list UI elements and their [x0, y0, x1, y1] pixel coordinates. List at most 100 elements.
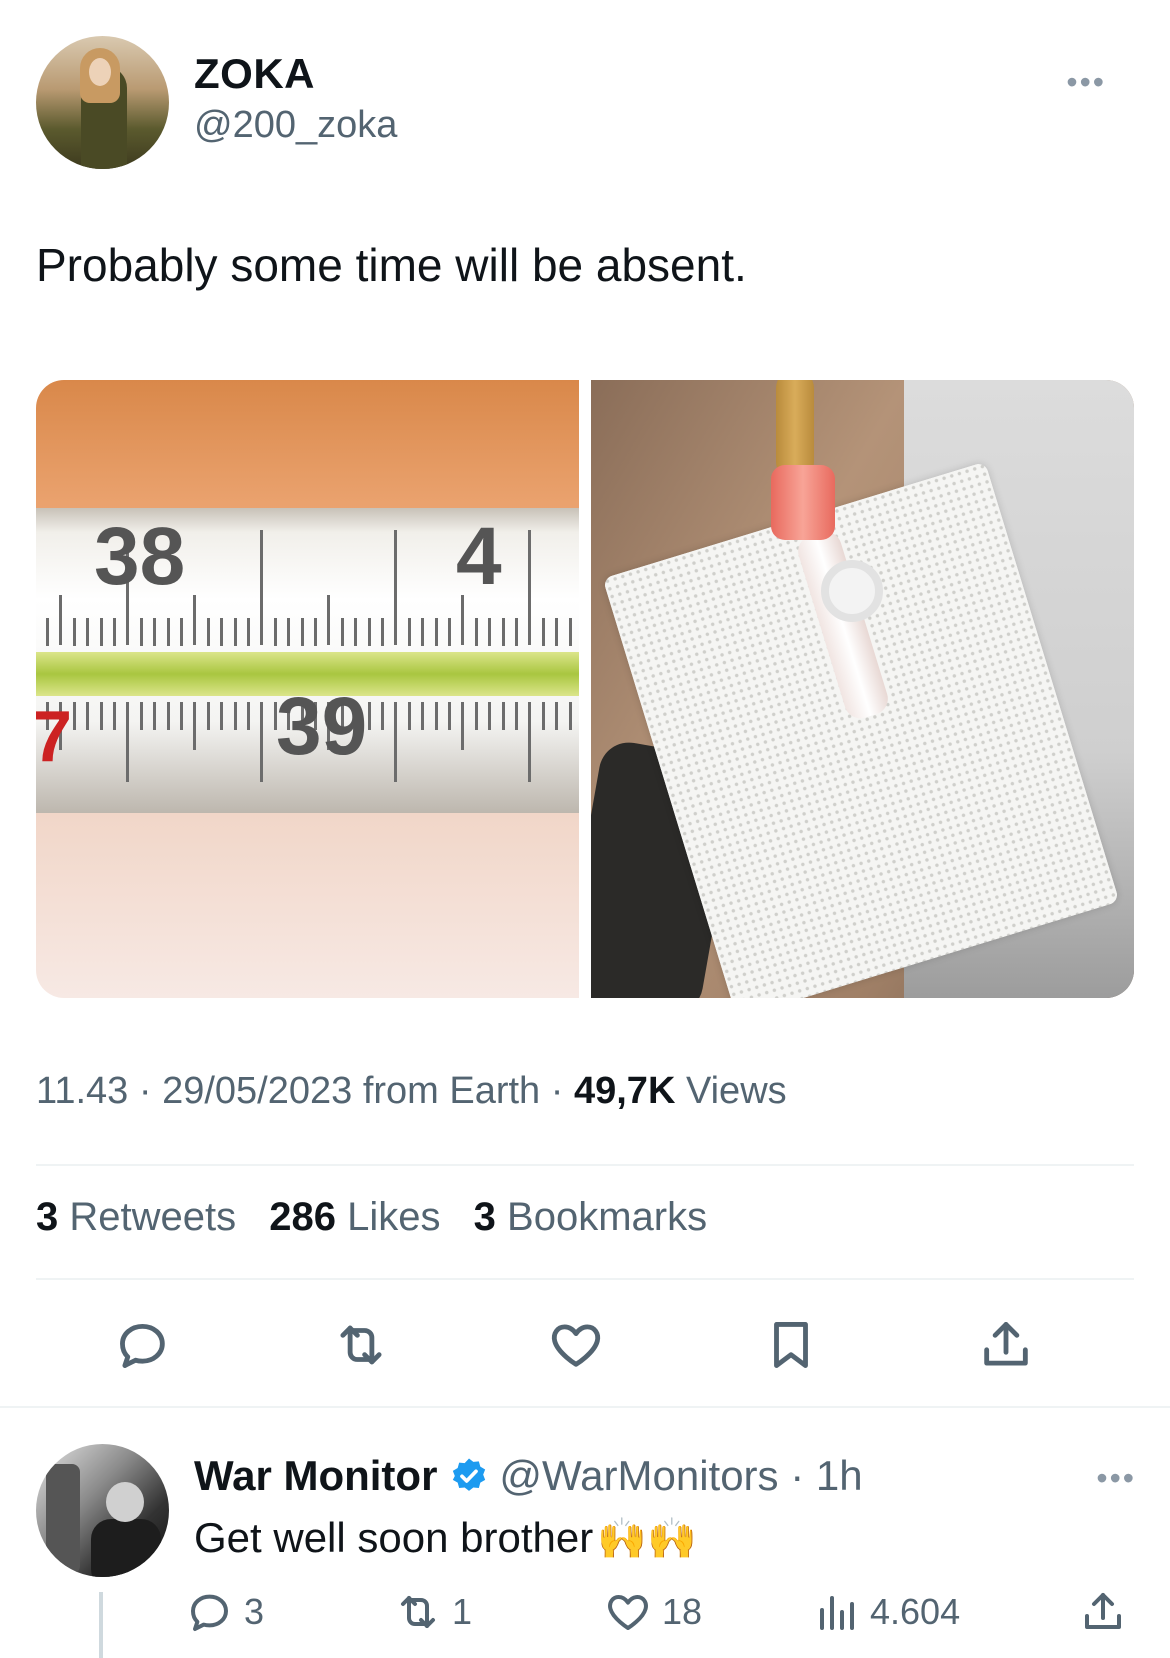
likes-stat[interactable]: 286 Likes — [269, 1195, 440, 1239]
scale-tick — [515, 618, 518, 646]
bookmarks-label: Bookmarks — [507, 1195, 708, 1239]
scale-tick — [555, 618, 559, 646]
reply-header: War Monitor @WarMonitors · 1h — [194, 1452, 863, 1500]
share-icon — [1085, 1593, 1121, 1629]
scale-tick — [340, 618, 344, 646]
scale-tick — [99, 702, 103, 730]
likes-label: Likes — [347, 1195, 441, 1239]
scale-tick — [474, 702, 478, 730]
tweet-header: ZOKA @200_zoka ••• — [36, 36, 1136, 171]
likes-count: 286 — [269, 1195, 336, 1239]
share-icon — [984, 1322, 1028, 1366]
scale-tick — [153, 702, 157, 730]
retweet-button[interactable] — [326, 1310, 396, 1380]
scale-tick — [260, 530, 264, 645]
reply-like-button[interactable]: 18 — [604, 1582, 702, 1642]
scale-tick — [206, 618, 210, 646]
tweet-date[interactable]: 29/05/2023 — [162, 1070, 352, 1112]
scale-tick — [260, 702, 264, 782]
scale-tick — [46, 618, 49, 646]
scale-tick — [193, 702, 197, 750]
media-image-thermometer[interactable]: 38 4 39 7 — [36, 380, 579, 998]
scale-tick — [434, 618, 438, 646]
tweet-text: Probably some time will be absent. — [36, 239, 747, 291]
reply-retweet-button[interactable]: 1 — [394, 1582, 472, 1642]
tweet-source: from Earth — [362, 1070, 541, 1112]
thread-line — [99, 1592, 103, 1658]
tweet-time[interactable]: 11.43 — [36, 1070, 128, 1112]
scale-tick — [501, 618, 505, 646]
tweet-stats: 3 Retweets 286 Likes 3 Bookmarks — [36, 1195, 729, 1240]
share-button[interactable] — [971, 1310, 1041, 1380]
scale-tick — [139, 618, 143, 646]
retweets-stat[interactable]: 3 Retweets — [36, 1195, 236, 1239]
reply-reply-button[interactable]: 3 — [186, 1582, 264, 1642]
reply-views-count: 4.604 — [870, 1591, 961, 1632]
views-count: 49,7K — [573, 1070, 676, 1112]
scale-label: 38 — [94, 511, 186, 602]
verified-badge-icon — [453, 1458, 486, 1491]
reply-button[interactable] — [108, 1310, 178, 1380]
reply-author-name[interactable]: War Monitor — [194, 1452, 437, 1500]
scale-tick — [407, 618, 411, 646]
scale-label: 7 — [36, 697, 73, 777]
scale-tick — [448, 702, 451, 730]
author-name[interactable]: ZOKA — [194, 50, 315, 98]
like-icon — [608, 1595, 648, 1630]
scale-tick — [233, 618, 237, 646]
scale-tick — [193, 595, 197, 645]
media-image-iv-cannula[interactable] — [591, 380, 1134, 998]
scale-tick — [394, 702, 398, 782]
retweets-label: Retweets — [69, 1195, 237, 1239]
scale-label: 4 — [456, 511, 502, 602]
tweet-action-bar — [36, 1310, 1134, 1380]
bookmark-button[interactable] — [756, 1310, 826, 1380]
divider — [36, 1164, 1134, 1166]
scale-tick — [568, 618, 572, 646]
bookmarks-stat[interactable]: 3 Bookmarks — [474, 1195, 707, 1239]
reply-author-handle[interactable]: @WarMonitors — [499, 1452, 778, 1500]
scale-tick — [541, 702, 545, 730]
scale-tick — [99, 618, 103, 646]
scale-tick — [180, 618, 183, 646]
author-handle[interactable]: @200_zoka — [194, 104, 397, 147]
scale-tick — [407, 702, 411, 730]
views-label: Views — [685, 1070, 787, 1112]
retweet-icon — [340, 1325, 382, 1365]
like-icon — [551, 1324, 601, 1367]
reply-tweet[interactable]: War Monitor @WarMonitors · 1h ••• Get we… — [0, 1410, 1170, 1658]
scale-tick — [541, 618, 545, 646]
scale-tick — [113, 618, 116, 646]
reply-share-button[interactable] — [1079, 1582, 1127, 1642]
scale-tick — [166, 618, 170, 646]
scale-tick — [448, 618, 451, 646]
reply-replies-count: 3 — [244, 1591, 265, 1632]
reply-text-row: Get well soon brother 🙌🙌 — [194, 1514, 697, 1562]
bookmark-icon — [774, 1322, 808, 1368]
like-button[interactable] — [541, 1310, 611, 1380]
scale-tick — [434, 702, 438, 730]
divider — [36, 1278, 1134, 1280]
scale-tick — [247, 702, 250, 730]
reply-author-avatar[interactable] — [36, 1444, 169, 1577]
reply-more-options-icon[interactable]: ••• — [1096, 1460, 1136, 1497]
scale-tick — [126, 702, 130, 782]
scale-tick — [72, 702, 76, 730]
reply-time[interactable]: 1h — [816, 1452, 863, 1500]
scale-tick — [381, 702, 384, 730]
bookmarks-count: 3 — [473, 1195, 496, 1239]
reply-action-bar: 3 1 18 4.604 — [191, 1582, 1134, 1642]
scale-tick — [287, 618, 291, 646]
scale-tick — [314, 618, 317, 646]
scale-tick — [86, 618, 90, 646]
tweet-media: 38 4 39 7 — [36, 380, 1134, 998]
scale-tick — [488, 702, 492, 730]
scale-tick — [367, 702, 371, 730]
more-options-icon[interactable]: ••• — [1066, 64, 1106, 101]
reply-views-button[interactable]: 4.604 — [812, 1582, 960, 1642]
scale-tick — [501, 702, 505, 730]
scale-tick — [139, 702, 143, 730]
scale-tick — [568, 702, 572, 730]
scale-tick — [72, 618, 76, 646]
author-avatar[interactable] — [36, 36, 169, 169]
